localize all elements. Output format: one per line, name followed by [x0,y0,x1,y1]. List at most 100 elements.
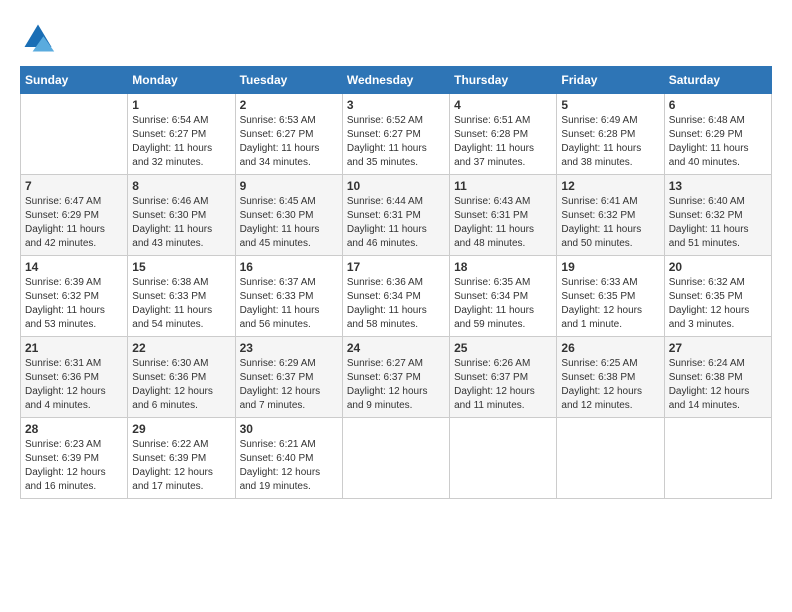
calendar-cell: 23 Sunrise: 6:29 AM Sunset: 6:37 PM Dayli… [235,337,342,418]
day-info: Sunrise: 6:40 AM Sunset: 6:32 PM Dayligh… [669,195,767,251]
calendar-cell: 12 Sunrise: 6:41 AM Sunset: 6:32 PM Dayli… [557,175,664,256]
calendar-cell: 14 Sunrise: 6:39 AM Sunset: 6:32 PM Dayli… [21,256,128,337]
day-info: Sunrise: 6:31 AM Sunset: 6:36 PM Dayligh… [25,357,123,413]
calendar-cell [342,418,449,499]
day-number: 21 [25,341,123,355]
calendar-cell: 6 Sunrise: 6:48 AM Sunset: 6:29 PM Daylig… [664,94,771,175]
day-number: 6 [669,98,767,112]
calendar-cell: 1 Sunrise: 6:54 AM Sunset: 6:27 PM Daylig… [128,94,235,175]
calendar-cell: 22 Sunrise: 6:30 AM Sunset: 6:36 PM Dayli… [128,337,235,418]
calendar-cell: 27 Sunrise: 6:24 AM Sunset: 6:38 PM Dayli… [664,337,771,418]
day-number: 19 [561,260,659,274]
day-info: Sunrise: 6:44 AM Sunset: 6:31 PM Dayligh… [347,195,445,251]
calendar-week-row: 21 Sunrise: 6:31 AM Sunset: 6:36 PM Dayli… [21,337,772,418]
day-info: Sunrise: 6:49 AM Sunset: 6:28 PM Dayligh… [561,114,659,170]
calendar-cell: 10 Sunrise: 6:44 AM Sunset: 6:31 PM Dayli… [342,175,449,256]
day-info: Sunrise: 6:22 AM Sunset: 6:39 PM Dayligh… [132,438,230,494]
day-number: 4 [454,98,552,112]
day-number: 13 [669,179,767,193]
calendar-cell: 4 Sunrise: 6:51 AM Sunset: 6:28 PM Daylig… [450,94,557,175]
day-number: 24 [347,341,445,355]
calendar-day-header: Tuesday [235,67,342,94]
calendar-cell: 8 Sunrise: 6:46 AM Sunset: 6:30 PM Daylig… [128,175,235,256]
day-info: Sunrise: 6:23 AM Sunset: 6:39 PM Dayligh… [25,438,123,494]
day-info: Sunrise: 6:39 AM Sunset: 6:32 PM Dayligh… [25,276,123,332]
day-info: Sunrise: 6:35 AM Sunset: 6:34 PM Dayligh… [454,276,552,332]
day-number: 14 [25,260,123,274]
day-number: 27 [669,341,767,355]
calendar-week-row: 28 Sunrise: 6:23 AM Sunset: 6:39 PM Dayli… [21,418,772,499]
day-info: Sunrise: 6:53 AM Sunset: 6:27 PM Dayligh… [240,114,338,170]
day-info: Sunrise: 6:52 AM Sunset: 6:27 PM Dayligh… [347,114,445,170]
day-number: 28 [25,422,123,436]
day-info: Sunrise: 6:45 AM Sunset: 6:30 PM Dayligh… [240,195,338,251]
calendar-day-header: Saturday [664,67,771,94]
calendar-week-row: 14 Sunrise: 6:39 AM Sunset: 6:32 PM Dayli… [21,256,772,337]
calendar-week-row: 7 Sunrise: 6:47 AM Sunset: 6:29 PM Daylig… [21,175,772,256]
calendar-cell: 9 Sunrise: 6:45 AM Sunset: 6:30 PM Daylig… [235,175,342,256]
day-info: Sunrise: 6:43 AM Sunset: 6:31 PM Dayligh… [454,195,552,251]
day-number: 18 [454,260,552,274]
day-number: 7 [25,179,123,193]
day-info: Sunrise: 6:26 AM Sunset: 6:37 PM Dayligh… [454,357,552,413]
day-info: Sunrise: 6:54 AM Sunset: 6:27 PM Dayligh… [132,114,230,170]
day-number: 3 [347,98,445,112]
day-info: Sunrise: 6:38 AM Sunset: 6:33 PM Dayligh… [132,276,230,332]
day-info: Sunrise: 6:32 AM Sunset: 6:35 PM Dayligh… [669,276,767,332]
calendar-cell: 25 Sunrise: 6:26 AM Sunset: 6:37 PM Dayli… [450,337,557,418]
day-info: Sunrise: 6:29 AM Sunset: 6:37 PM Dayligh… [240,357,338,413]
calendar-cell [450,418,557,499]
calendar-day-header: Friday [557,67,664,94]
day-info: Sunrise: 6:25 AM Sunset: 6:38 PM Dayligh… [561,357,659,413]
day-number: 11 [454,179,552,193]
day-info: Sunrise: 6:21 AM Sunset: 6:40 PM Dayligh… [240,438,338,494]
day-info: Sunrise: 6:24 AM Sunset: 6:38 PM Dayligh… [669,357,767,413]
day-number: 8 [132,179,230,193]
calendar-day-header: Thursday [450,67,557,94]
calendar-cell [557,418,664,499]
calendar-day-header: Sunday [21,67,128,94]
day-number: 10 [347,179,445,193]
day-number: 9 [240,179,338,193]
day-number: 25 [454,341,552,355]
day-info: Sunrise: 6:41 AM Sunset: 6:32 PM Dayligh… [561,195,659,251]
day-number: 5 [561,98,659,112]
day-info: Sunrise: 6:48 AM Sunset: 6:29 PM Dayligh… [669,114,767,170]
day-info: Sunrise: 6:47 AM Sunset: 6:29 PM Dayligh… [25,195,123,251]
page-header [20,20,772,56]
day-number: 23 [240,341,338,355]
calendar-cell: 24 Sunrise: 6:27 AM Sunset: 6:37 PM Dayli… [342,337,449,418]
day-info: Sunrise: 6:33 AM Sunset: 6:35 PM Dayligh… [561,276,659,332]
day-info: Sunrise: 6:30 AM Sunset: 6:36 PM Dayligh… [132,357,230,413]
calendar-cell: 21 Sunrise: 6:31 AM Sunset: 6:36 PM Dayli… [21,337,128,418]
calendar-cell [664,418,771,499]
calendar-cell [21,94,128,175]
calendar-cell: 26 Sunrise: 6:25 AM Sunset: 6:38 PM Dayli… [557,337,664,418]
day-info: Sunrise: 6:46 AM Sunset: 6:30 PM Dayligh… [132,195,230,251]
day-number: 22 [132,341,230,355]
day-number: 15 [132,260,230,274]
day-info: Sunrise: 6:51 AM Sunset: 6:28 PM Dayligh… [454,114,552,170]
day-number: 26 [561,341,659,355]
day-info: Sunrise: 6:37 AM Sunset: 6:33 PM Dayligh… [240,276,338,332]
calendar-day-header: Wednesday [342,67,449,94]
calendar-day-header: Monday [128,67,235,94]
calendar-week-row: 1 Sunrise: 6:54 AM Sunset: 6:27 PM Daylig… [21,94,772,175]
day-number: 1 [132,98,230,112]
calendar-table: SundayMondayTuesdayWednesdayThursdayFrid… [20,66,772,499]
calendar-cell: 5 Sunrise: 6:49 AM Sunset: 6:28 PM Daylig… [557,94,664,175]
calendar-cell: 30 Sunrise: 6:21 AM Sunset: 6:40 PM Dayli… [235,418,342,499]
day-number: 12 [561,179,659,193]
logo-icon [20,20,56,56]
day-number: 2 [240,98,338,112]
calendar-cell: 17Sunrise: 6:36 AM Sunset: 6:34 PM Dayli… [342,256,449,337]
calendar-cell: 19 Sunrise: 6:33 AM Sunset: 6:35 PM Dayli… [557,256,664,337]
calendar-cell: 28 Sunrise: 6:23 AM Sunset: 6:39 PM Dayli… [21,418,128,499]
day-number: 30 [240,422,338,436]
calendar-cell: 16Sunrise: 6:37 AM Sunset: 6:33 PM Dayli… [235,256,342,337]
logo [20,20,62,56]
day-info: Sunrise: 6:27 AM Sunset: 6:37 PM Dayligh… [347,357,445,413]
calendar-cell: 3 Sunrise: 6:52 AM Sunset: 6:27 PM Daylig… [342,94,449,175]
calendar-cell: 7 Sunrise: 6:47 AM Sunset: 6:29 PM Daylig… [21,175,128,256]
calendar-cell: 2 Sunrise: 6:53 AM Sunset: 6:27 PM Daylig… [235,94,342,175]
